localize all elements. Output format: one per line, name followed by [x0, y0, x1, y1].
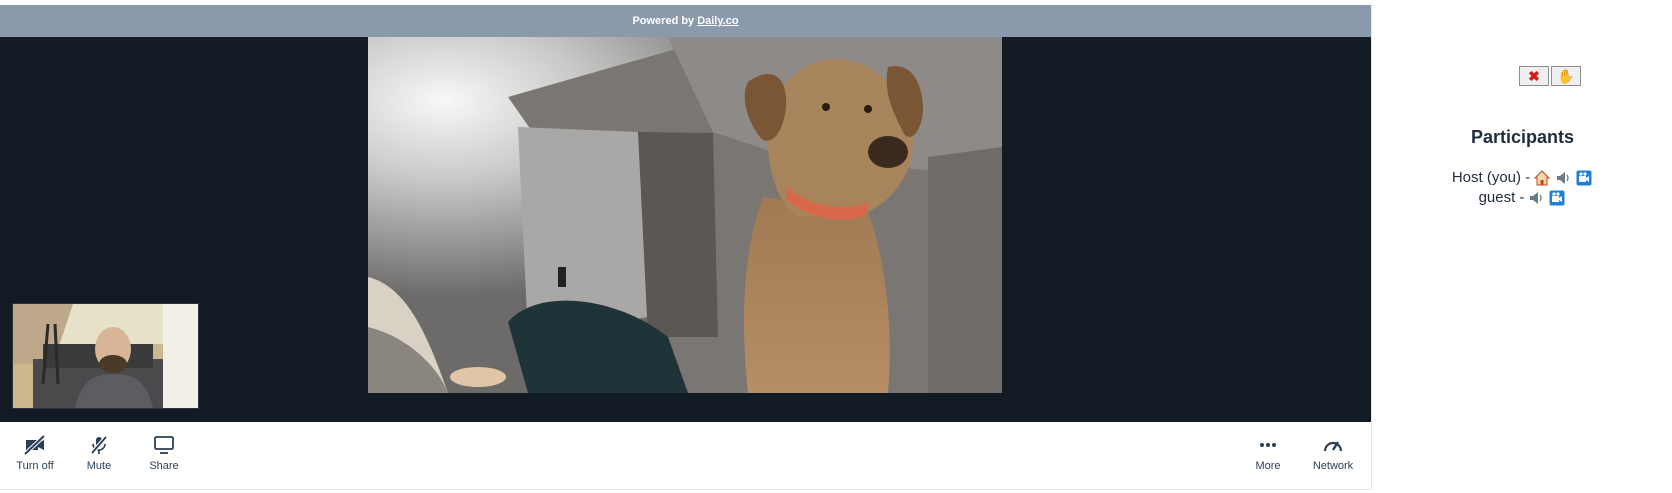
- network-button[interactable]: Network: [1303, 434, 1363, 478]
- video-call-frame: Powered by Daily.co Turn off Mute Share …: [0, 5, 1372, 490]
- more-button[interactable]: More: [1238, 434, 1298, 478]
- screen-share-icon: [152, 434, 176, 456]
- panel-controls: ✖ ✋: [1519, 66, 1581, 86]
- house-icon: [1533, 169, 1551, 187]
- participant-row-host: Host (you) -: [1373, 168, 1672, 188]
- powered-by-banner: Powered by Daily.co: [0, 5, 1371, 37]
- mute-label: Mute: [86, 460, 112, 472]
- powered-by-text: Powered by: [632, 15, 695, 27]
- local-self-view[interactable]: [12, 303, 199, 409]
- call-tray: Turn off Mute Share More Network: [0, 422, 1371, 489]
- network-label: Network: [1312, 460, 1354, 472]
- camera-icon: [1575, 169, 1593, 187]
- mic-off-icon: [87, 434, 111, 456]
- more-label: More: [1255, 460, 1281, 472]
- camera-off-icon: [23, 434, 47, 456]
- turn-off-camera-button[interactable]: Turn off: [5, 434, 65, 478]
- network-gauge-icon: [1321, 434, 1345, 456]
- remote-video-image: [368, 37, 1002, 393]
- share-label: Share: [149, 460, 179, 472]
- participants-title: Participants: [1470, 127, 1575, 147]
- camera-icon: [1548, 189, 1566, 207]
- speaker-icon: [1527, 189, 1545, 207]
- participant-name: guest -: [1478, 189, 1525, 206]
- raised-hand-icon: ✋: [1557, 67, 1575, 84]
- share-button[interactable]: Share: [134, 434, 194, 478]
- participants-panel: ✖ ✋ Participants Host (you) - guest -: [1373, 5, 1672, 490]
- raise-hand-button[interactable]: ✋: [1551, 66, 1581, 86]
- close-button[interactable]: ✖: [1519, 66, 1549, 86]
- remote-video[interactable]: [368, 37, 1002, 393]
- turn-off-label: Turn off: [16, 460, 54, 472]
- participant-row-guest: guest -: [1373, 188, 1672, 208]
- speaker-icon: [1554, 169, 1572, 187]
- participant-name: Host (you) -: [1451, 169, 1531, 186]
- mute-button[interactable]: Mute: [69, 434, 129, 478]
- daily-co-link[interactable]: Daily.co: [697, 15, 738, 27]
- video-stage: [0, 37, 1371, 422]
- participants-list: Host (you) - guest -: [1373, 168, 1672, 208]
- close-x-icon: ✖: [1528, 67, 1540, 84]
- local-video-image: [13, 304, 198, 408]
- more-dots-icon: [1256, 434, 1280, 456]
